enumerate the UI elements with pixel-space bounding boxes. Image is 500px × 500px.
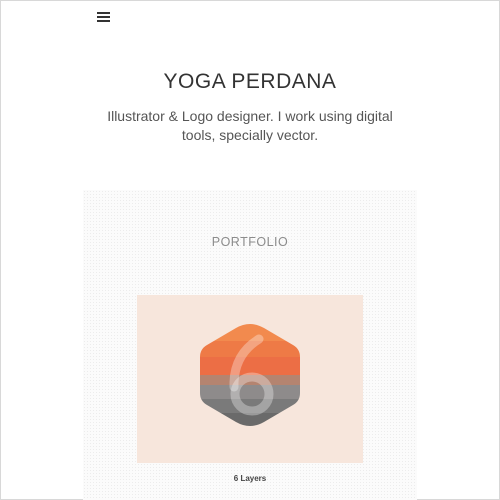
hamburger-menu-icon[interactable]: [96, 11, 112, 23]
six-hexagon-logo-icon: [200, 324, 300, 426]
menu-bar: [97, 16, 110, 18]
site-title[interactable]: YOGA PERDANA: [0, 70, 500, 94]
portfolio-heading: PORTFOLIO: [211, 235, 289, 249]
site-description: Illustrator & Logo designer. I work usin…: [107, 108, 393, 143]
menu-bar: [97, 12, 110, 14]
portfolio-item-caption[interactable]: 6 Layers: [137, 474, 363, 483]
portfolio-item-card[interactable]: [137, 295, 363, 463]
menu-bar: [97, 20, 110, 22]
